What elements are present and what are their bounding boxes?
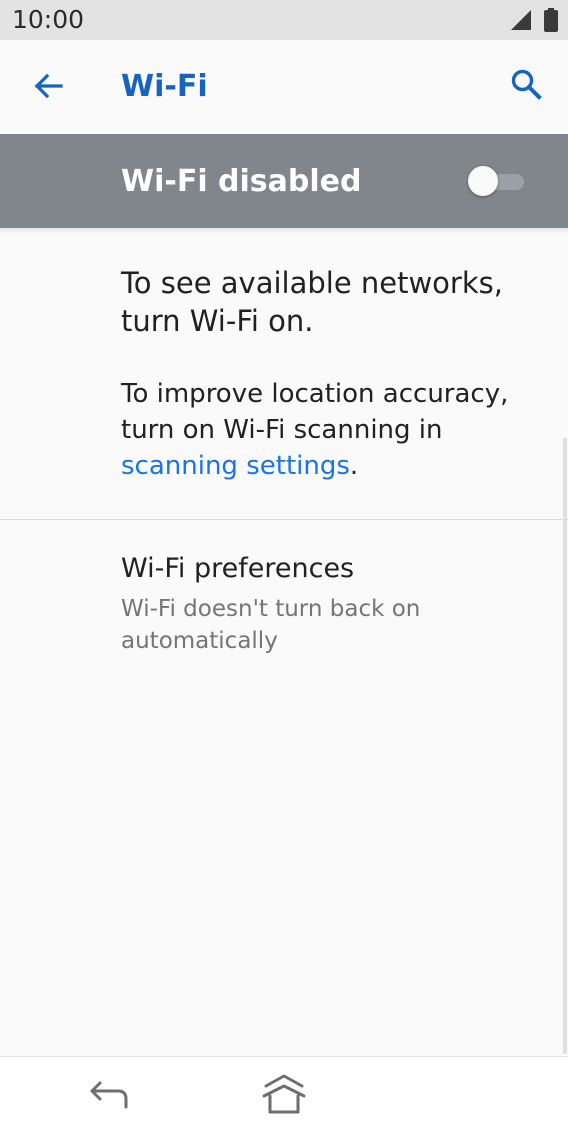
wifi-preferences-item[interactable]: Wi-Fi preferences Wi-Fi doesn't turn bac… (0, 520, 568, 670)
info-secondary-suffix: . (349, 451, 359, 481)
wifi-master-switch-bar[interactable]: Wi-Fi disabled (0, 134, 568, 228)
search-icon (510, 68, 542, 104)
nav-home-button[interactable] (256, 1071, 312, 1121)
scrollbar[interactable] (563, 438, 567, 1054)
info-secondary-text: To improve location accuracy, turn on Wi… (121, 376, 541, 484)
back-button[interactable] (24, 64, 72, 112)
status-time: 10:00 (12, 5, 85, 34)
signal-icon (510, 9, 532, 35)
status-bar: 10:00 (0, 0, 568, 40)
wifi-status-label: Wi-Fi disabled (121, 164, 362, 199)
arrow-back-icon (32, 70, 64, 106)
info-secondary-prefix: To improve location accuracy, turn on Wi… (121, 379, 509, 445)
info-main-text: To see available networks, turn Wi-Fi on… (121, 266, 503, 338)
app-bar: Wi-Fi (0, 40, 568, 134)
navigation-bar (0, 1056, 568, 1136)
wifi-toggle[interactable] (468, 166, 526, 196)
nav-back-button[interactable] (84, 1075, 136, 1119)
home-nav-icon (260, 1072, 308, 1120)
wifi-preferences-title: Wi-Fi preferences (121, 553, 355, 584)
page-title: Wi-Fi (121, 69, 208, 104)
toggle-thumb (468, 166, 498, 196)
scanning-settings-link[interactable]: scanning settings (121, 451, 350, 481)
back-nav-icon (89, 1079, 131, 1115)
battery-icon (544, 8, 558, 36)
wifi-preferences-summary: Wi-Fi doesn't turn back on automatically (121, 596, 421, 654)
search-button[interactable] (502, 62, 550, 110)
app-bar-shadow (0, 228, 568, 234)
status-icons (510, 8, 558, 36)
wifi-off-info: To see available networks, turn Wi-Fi on… (121, 264, 541, 484)
